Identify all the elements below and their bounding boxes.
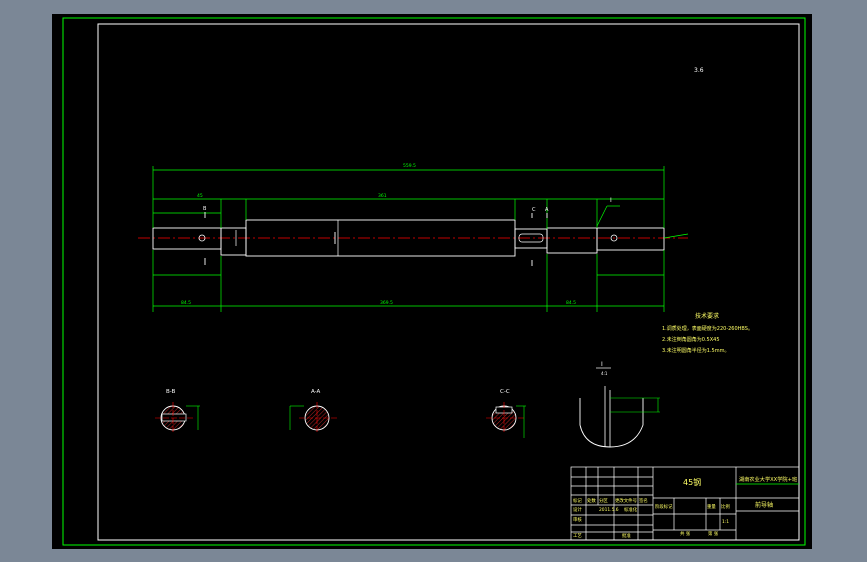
dim-bottom-left: 84.5 [181, 300, 191, 306]
cut-marker-a: A [545, 207, 549, 213]
cad-viewport[interactable]: 3.6 559.5 361 45 84.5 369.5 84.5 B C A I… [0, 0, 867, 562]
tb-label-weight: 重量 [707, 503, 716, 510]
tb-label-stage: 阶段标记 [655, 503, 673, 510]
tech-title: 技术要求 [695, 312, 719, 320]
dim-left-top: 45 [197, 193, 203, 199]
drawing-svg: 3.6 559.5 361 45 84.5 369.5 84.5 B C A I… [52, 14, 812, 549]
detail-marker: I [610, 197, 612, 204]
detail-title: I [601, 361, 603, 368]
tb-label-process: 工艺 [573, 533, 582, 539]
section-c-title: C-C [500, 389, 510, 395]
cut-marker-c: C [532, 207, 536, 213]
dim-bottom-right: 84.5 [566, 300, 576, 306]
dim-top-mid: 361 [378, 193, 387, 199]
dim-bottom-mid: 369.5 [380, 300, 393, 306]
tb-label-count: 处数 [587, 497, 596, 504]
dim-overall: 559.5 [403, 163, 416, 169]
section-a-title: A-A [311, 389, 321, 395]
tb-label-standard: 标准化 [624, 506, 638, 513]
tb-label-approve: 批准 [622, 532, 631, 539]
tb-label-sheets: 共 张 [680, 530, 691, 537]
material-label: 45钢 [683, 477, 701, 487]
cut-marker-b: B [203, 206, 207, 212]
part-name: 前导轴 [755, 501, 773, 509]
tb-label-design: 设计 [573, 506, 582, 513]
tech-item-3: 3.未注明圆角半径为1.5mm。 [662, 347, 729, 354]
tb-label-sheet: 第 张 [708, 530, 719, 537]
tb-scale-value: 1:1 [722, 519, 729, 525]
school-label: 湖南农业大学XX学院+班 [739, 475, 797, 483]
tb-label-mark: 标记 [573, 497, 582, 504]
tb-label-change: 更改文件号 [615, 497, 638, 504]
tb-label-zone: 分区 [599, 497, 608, 504]
scale-note: 3.6 [694, 67, 704, 74]
detail-scale: 4:1 [601, 371, 608, 376]
drawing-canvas [52, 14, 812, 549]
tb-label-review: 审核 [573, 516, 582, 523]
tb-design-date: 2011.5.6 [599, 507, 619, 513]
tech-item-2: 2.未注倒角圆角为0.5X45 [662, 336, 720, 343]
section-b-title: B-B [166, 389, 176, 395]
tech-item-1: 1.调质处理，表面硬度为220-260HBS。 [662, 325, 753, 332]
tb-label-scale: 比例 [721, 503, 730, 510]
tb-label-signature: 签名 [639, 497, 648, 504]
